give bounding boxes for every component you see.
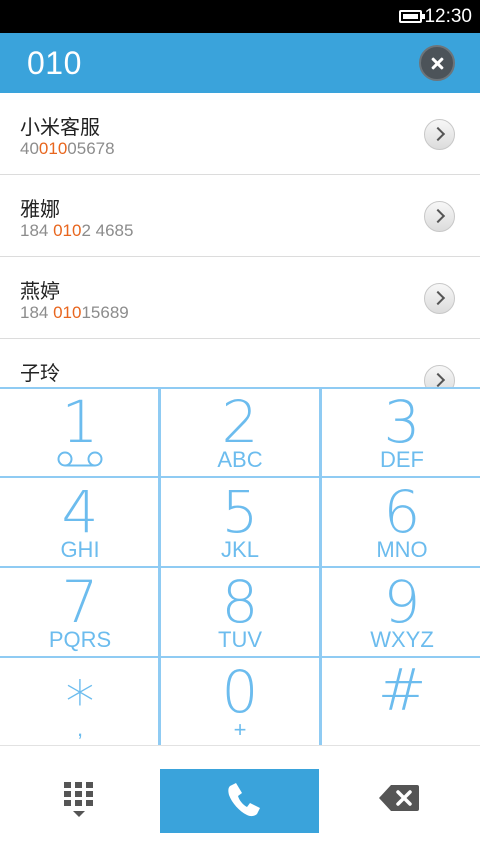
voicemail-icon bbox=[57, 451, 103, 467]
dialpad-toggle-button[interactable] bbox=[56, 780, 102, 824]
status-time: 12:30 bbox=[424, 6, 472, 27]
dial-keypad: 1 2 ABC 3 DEF 4 GHI 5 JKL 6 MNO 7 PQRS 8… bbox=[0, 387, 480, 748]
key-hash[interactable]: # bbox=[322, 659, 480, 748]
list-item[interactable]: 子玲 bbox=[0, 339, 480, 388]
keypad-divider bbox=[0, 476, 480, 478]
keypad-divider bbox=[158, 389, 161, 747]
contact-name: 雅娜 bbox=[20, 197, 60, 221]
contact-name: 燕婷 bbox=[20, 279, 60, 303]
key-7[interactable]: 7 PQRS bbox=[0, 569, 160, 658]
match-highlight: 010 bbox=[53, 303, 82, 322]
key-9[interactable]: 9 WXYZ bbox=[322, 569, 480, 658]
key-0[interactable]: 0 + bbox=[160, 659, 320, 748]
battery-icon bbox=[399, 10, 425, 23]
contact-name: 小米客服 bbox=[20, 115, 100, 139]
chevron-right-icon[interactable] bbox=[424, 119, 455, 150]
contact-number: 184 01015689 bbox=[20, 303, 129, 322]
call-button[interactable] bbox=[160, 769, 319, 833]
key-1[interactable]: 1 bbox=[0, 389, 160, 478]
key-3[interactable]: 3 DEF bbox=[322, 389, 480, 478]
keypad-divider bbox=[0, 566, 480, 568]
key-6[interactable]: 6 MNO bbox=[322, 479, 480, 568]
key-star[interactable]: * , bbox=[0, 659, 160, 748]
status-bar: 12:30 bbox=[0, 0, 480, 33]
key-8[interactable]: 8 TUV bbox=[160, 569, 320, 658]
delete-button[interactable] bbox=[379, 784, 419, 812]
keypad-divider bbox=[0, 656, 480, 658]
match-highlight: 010 bbox=[38, 139, 68, 158]
backspace-icon bbox=[379, 785, 419, 811]
contact-number: 184 0102 4685 bbox=[20, 221, 134, 240]
action-bar bbox=[0, 745, 480, 853]
keypad-divider bbox=[319, 389, 322, 747]
key-4[interactable]: 4 GHI bbox=[0, 479, 160, 568]
list-item[interactable]: 小米客服 4001005678 bbox=[0, 93, 480, 175]
chevron-right-icon[interactable] bbox=[424, 201, 455, 232]
phone-icon bbox=[228, 783, 260, 817]
dialpad-icon bbox=[64, 782, 93, 817]
key-2[interactable]: 2 ABC bbox=[160, 389, 320, 478]
dialed-number[interactable]: 010 bbox=[27, 45, 82, 82]
dialer-header: 010 bbox=[0, 33, 480, 93]
contact-number: 4001005678 bbox=[20, 139, 115, 158]
clear-button[interactable] bbox=[419, 45, 455, 81]
match-highlight: 010 bbox=[53, 221, 82, 240]
chevron-right-icon[interactable] bbox=[424, 283, 455, 314]
contact-name: 子玲 bbox=[20, 361, 60, 385]
chevron-right-icon[interactable] bbox=[424, 365, 455, 388]
contact-list[interactable]: 小米客服 4001005678 雅娜 184 0102 4685 燕婷 184 … bbox=[0, 93, 480, 388]
key-5[interactable]: 5 JKL bbox=[160, 479, 320, 568]
list-item[interactable]: 燕婷 184 01015689 bbox=[0, 257, 480, 339]
list-item[interactable]: 雅娜 184 0102 4685 bbox=[0, 175, 480, 257]
